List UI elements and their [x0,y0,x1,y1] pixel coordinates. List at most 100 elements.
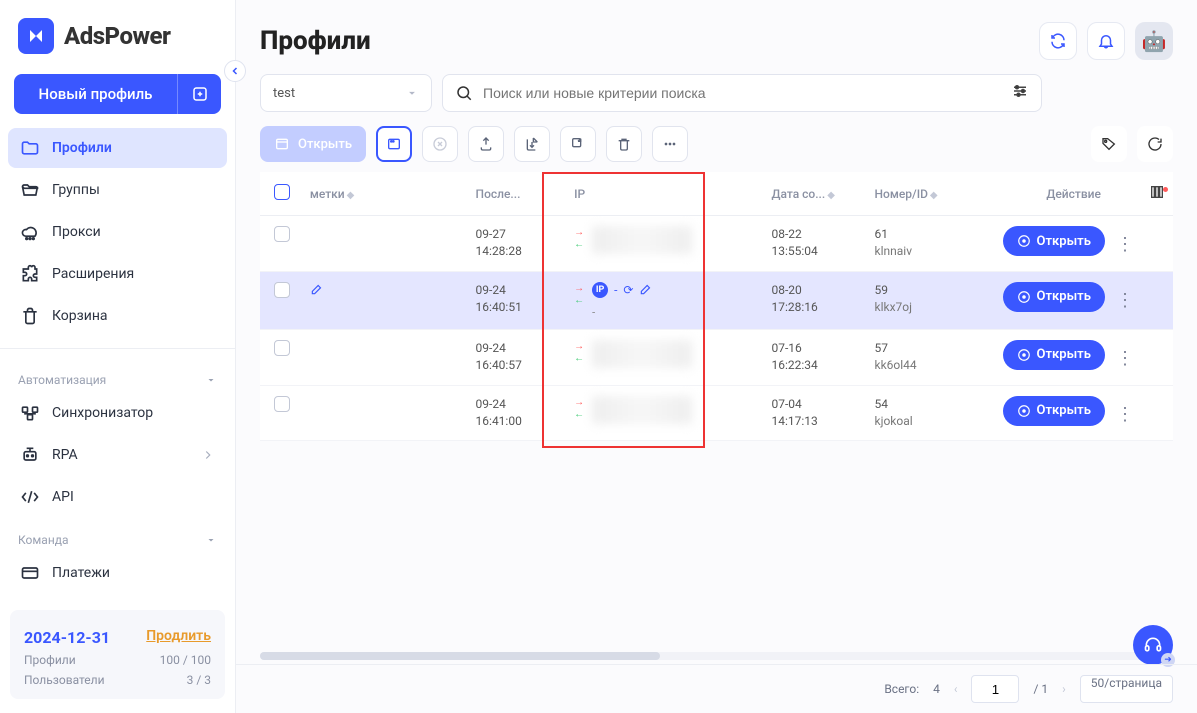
last-open-date: 09-24 [476,282,559,299]
subscription-date: 2024-12-31 [24,628,110,647]
page-prev[interactable]: ‹ [954,682,958,696]
nav-proxy[interactable]: Прокси [8,212,227,252]
row-menu-button[interactable]: ⋮ [1115,348,1135,369]
row-menu-button[interactable]: ⋮ [1115,234,1135,255]
chevron-down-icon [205,374,217,386]
open-selected-button[interactable]: Открыть [260,126,366,162]
profiles-count-label: Профили [24,653,76,667]
nav-rpa[interactable]: RPA [8,435,227,475]
table-row[interactable]: 09-2416:41:00 →← 07-0414:17:13 54kjokoal… [260,385,1173,441]
chevron-right-icon [201,448,215,462]
page-input[interactable] [971,675,1019,703]
table-row[interactable]: 09-2714:28:28 →← 08-2213:55:04 61klnnaiv… [260,216,1173,272]
user-avatar[interactable]: 🤖 [1135,22,1173,60]
row-open-label: Открыть [1037,289,1091,304]
table-container: метки◆ После... IP Дата со...◆ Номер/ID◆… [236,172,1197,652]
table-row[interactable]: 09-2416:40:51 →←IP - ⟳ - 08-2017:28:16 5… [260,271,1173,329]
renew-link[interactable]: Продлить [146,628,211,647]
ip-dash: - [614,283,617,297]
share-icon [570,136,586,152]
row-menu-button[interactable]: ⋮ [1115,404,1135,425]
row-checkbox[interactable] [274,340,290,356]
new-profile-add-icon[interactable] [177,74,221,114]
profile-number: 59 [875,282,987,299]
column-tags[interactable]: метки [310,187,345,201]
share-button[interactable] [560,126,596,162]
chevron-down-icon [205,534,217,546]
import-button[interactable] [514,126,550,162]
row-open-label: Открыть [1037,403,1091,418]
search-input[interactable] [483,85,1001,101]
table-row[interactable]: 09-2416:40:57 →← 07-1616:22:34 57kk6ol44… [260,329,1173,385]
refresh-table-button[interactable] [1137,126,1173,162]
columns-config-button[interactable] [1149,189,1165,203]
nav-trash[interactable]: Корзина [8,296,227,336]
row-open-button[interactable]: Открыть [1003,226,1105,256]
created-time: 14:17:13 [771,413,858,430]
more-button[interactable] [652,126,688,162]
row-checkbox[interactable] [274,226,290,242]
created-date: 07-16 [771,340,858,357]
column-created[interactable]: Дата со... [771,187,825,201]
section-team-label: Команда [18,533,69,547]
row-edit-icon[interactable] [310,285,324,299]
nav-trash-label: Корзина [52,308,108,324]
nav-extensions[interactable]: Расширения [8,254,227,294]
section-team[interactable]: Команда [0,519,235,553]
row-open-button[interactable]: Открыть [1003,282,1105,312]
notifications-button[interactable] [1087,22,1125,60]
api-icon [20,487,40,507]
page-next[interactable]: › [1062,682,1066,696]
ip-blurred [592,396,692,424]
nav-api[interactable]: API [8,477,227,517]
select-all-checkbox[interactable] [274,184,290,200]
page-size-select[interactable]: 50/страница [1080,675,1173,703]
app-logo-icon [18,18,54,54]
column-id[interactable]: Номер/ID [875,187,928,201]
row-menu-button[interactable]: ⋮ [1115,290,1135,311]
created-date: 08-20 [771,282,858,299]
delete-button[interactable] [606,126,642,162]
row-checkbox[interactable] [274,282,290,298]
profile-number: 61 [875,226,987,243]
nav-groups[interactable]: Группы [8,170,227,210]
search-box[interactable] [442,74,1042,112]
tag-button[interactable] [1091,126,1127,162]
sync-button[interactable] [1039,22,1077,60]
ip-edit-icon[interactable] [639,282,653,299]
profiles-table: метки◆ После... IP Дата со...◆ Номер/ID◆… [260,172,1173,441]
new-profile-button[interactable]: Новый профиль [14,74,221,114]
export-button[interactable] [468,126,504,162]
support-fab[interactable]: ➜ [1133,625,1173,665]
nav-synchronizer[interactable]: Синхронизатор [8,393,227,433]
divider [0,348,235,349]
close-button[interactable] [422,126,458,162]
section-automation[interactable]: Автоматизация [0,359,235,393]
bell-icon [1097,32,1115,50]
hscroll-track[interactable] [260,652,1173,660]
group-select[interactable]: test [260,74,432,112]
window-manage-button[interactable] [376,126,412,162]
page-title: Профили [260,26,371,56]
advanced-filter-button[interactable] [1011,82,1029,104]
team-nav: Платежи [0,553,235,595]
window-icon [274,136,290,152]
folder-icon [20,138,40,158]
collapse-sidebar-button[interactable] [224,60,246,82]
nav-payments[interactable]: Платежи [8,553,227,593]
hscroll-thumb[interactable] [260,652,660,660]
chrome-icon [1017,404,1031,418]
new-profile-label: Новый профиль [14,85,177,103]
ip-blurred [592,226,692,254]
row-open-button[interactable]: Открыть [1003,340,1105,370]
row-checkbox[interactable] [274,396,290,412]
sliders-icon [1011,82,1029,100]
column-last[interactable]: После... [476,187,521,201]
row-open-button[interactable]: Открыть [1003,396,1105,426]
sidebar: AdsPower Новый профиль Профили Группы Пр… [0,0,236,713]
nav-profiles[interactable]: Профили [8,128,227,168]
subscription-box: 2024-12-31 Продлить Профили 100 / 100 По… [10,610,225,699]
created-date: 07-04 [771,396,858,413]
column-ip[interactable]: IP [574,187,585,201]
ip-refresh-icon[interactable]: ⟳ [623,283,633,297]
